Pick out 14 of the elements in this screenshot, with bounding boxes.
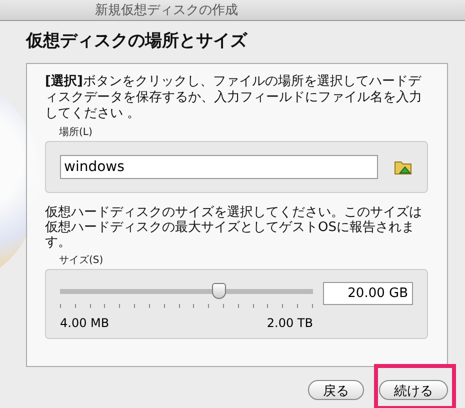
- size-input-field[interactable]: 20.00 GB: [323, 282, 413, 305]
- size-label: サイズ(S): [59, 254, 104, 267]
- back-button[interactable]: 戻る: [308, 380, 364, 400]
- max-size-label: 2.00 TB: [266, 316, 313, 330]
- continue-button[interactable]: 続ける: [379, 380, 448, 400]
- location-description: [選択]ボタンをクリックし、ファイルの場所を選択してハードディスクデータを保存するか、入力フィールドにファイル名を入力してください 。: [45, 74, 423, 122]
- page-heading: 仮想ディスクの場所とサイズ: [26, 30, 248, 52]
- slider-thumb[interactable]: [212, 283, 226, 299]
- location-input-field[interactable]: windows: [60, 155, 378, 179]
- window-title: 新規仮想ディスクの作成: [95, 2, 238, 19]
- min-size-label: 4.00 MB: [60, 316, 110, 330]
- folder-icon[interactable]: [394, 159, 412, 175]
- location-label: 場所(L): [59, 126, 94, 139]
- size-description: 仮想ハードディスクのサイズを選択してください。このサイズは仮想ハードディスクの最大サイズとしてゲストOSに報告されます。: [45, 205, 423, 250]
